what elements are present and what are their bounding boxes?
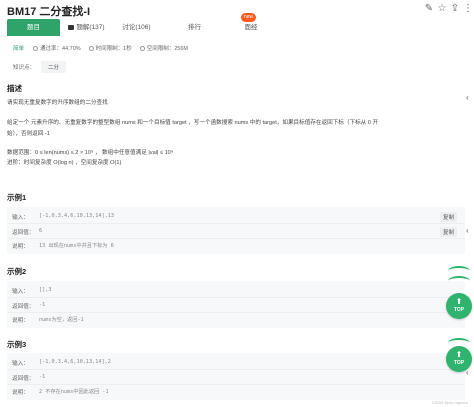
input-label: 输入： xyxy=(12,215,29,221)
video-icon xyxy=(68,24,75,30)
input-value: [],3 xyxy=(39,287,52,293)
note-value: 2 不存在nums中因此返回 -1 xyxy=(39,389,109,395)
edit-icon[interactable]: ✎ xyxy=(423,3,435,15)
problem-header: BM17 二分查找-I ✎ ☆ ⇪ ⋮ xyxy=(0,0,474,20)
example-2-box: 输入： [],3 返回值： -1 说明： nums为空，返回-1 xyxy=(7,281,465,328)
divider xyxy=(7,369,465,370)
knowledge-tag[interactable]: 二分 xyxy=(41,61,67,73)
back-to-top-button[interactable]: ⬆ TOP xyxy=(446,346,472,372)
star-icon[interactable]: ☆ xyxy=(436,3,448,15)
description-line-2: 给定一个 元素升序的、无重复数字的整型数组 nums 和一个目标值 target… xyxy=(7,120,379,126)
chevron-left-icon[interactable]: ‹ xyxy=(466,226,469,235)
clock-icon xyxy=(88,45,94,51)
advanced-requirement: 进阶：时间复杂度 O(log n) ，空间复杂度 O(1) xyxy=(7,160,122,166)
example-2-heading: 示例2 xyxy=(7,267,27,276)
copy-button[interactable]: 复制 xyxy=(439,227,457,237)
input-label: 输入： xyxy=(12,289,29,295)
data-range: 数据范围：0 ≤ len(nums) ≤ 2 × 10⁵ ， 数组中任意值满足 … xyxy=(7,150,174,156)
top-label: TOP xyxy=(453,360,465,366)
space-limit: 空间限制：256M xyxy=(139,44,188,52)
chevron-left-icon[interactable]: ‹ xyxy=(466,93,469,102)
divider xyxy=(7,384,465,385)
share-icon[interactable]: ⇪ xyxy=(449,3,461,15)
example-1-heading: 示例1 xyxy=(7,193,27,202)
loading-arc xyxy=(448,266,470,276)
more-icon[interactable]: ⋮ xyxy=(462,3,474,15)
memory-icon xyxy=(139,45,145,51)
description-heading: 描述 xyxy=(7,84,22,93)
copy-button[interactable]: 复制 xyxy=(439,212,457,222)
description-line-1: 请实现无重复数字的升序数组的二分查找 xyxy=(7,100,108,106)
output-value: -1 xyxy=(39,374,46,380)
example-2-note: 说明： nums为空，返回-1 xyxy=(12,316,84,324)
input-label: 输入： xyxy=(12,361,29,367)
time-limit: 时间限制：1秒 xyxy=(88,44,132,52)
example-3-box: 输入： [-1,0,3,4,6,10,13,14],2 返回值： -1 说明： 2 不… xyxy=(7,353,465,400)
output-value: 6 xyxy=(39,228,43,234)
top-label: TOP xyxy=(453,307,465,313)
pass-rate-text: 通过率：44.70% xyxy=(40,46,81,52)
example-3-output: 返回值： -1 xyxy=(12,374,45,382)
example-1-output: 返回值： 6 xyxy=(12,228,42,236)
problem-title: BM17 二分查找-I xyxy=(7,6,91,18)
pass-rate: 通过率：44.70% xyxy=(33,44,81,52)
note-label: 说明： xyxy=(12,318,29,324)
example-1-input: 输入： [-1,0,3,4,6,10,13,14],13 xyxy=(12,213,114,221)
time-limit-text: 时间限制：1秒 xyxy=(95,46,132,52)
arrow-up-icon: ⬆ xyxy=(455,297,463,306)
new-badge: new xyxy=(241,13,257,22)
description-line-3: 始），否则返回 -1 xyxy=(7,131,50,137)
example-3-note: 说明： 2 不存在nums中因此返回 -1 xyxy=(12,388,109,396)
difficulty-badge: 简单 xyxy=(13,46,25,52)
problem-meta: 简单 通过率：44.70% 时间限制：1秒 空间限制：256M xyxy=(13,44,196,52)
output-value: -1 xyxy=(39,302,46,308)
tab-solutions-label: 题解(137) xyxy=(76,24,105,31)
example-3-heading: 示例3 xyxy=(7,340,27,349)
space-limit-text: 空间限制：256M xyxy=(146,46,188,52)
output-label: 返回值： xyxy=(12,230,35,236)
arrow-up-icon: ⬆ xyxy=(455,350,463,359)
check-icon xyxy=(33,45,39,51)
loading-arc xyxy=(448,276,470,286)
knowledge-points: 知识点： 二分 xyxy=(13,61,67,73)
back-to-top-button[interactable]: ⬆ TOP xyxy=(446,293,472,319)
divider xyxy=(7,223,465,224)
note-value: nums为空，返回-1 xyxy=(39,317,84,323)
divider xyxy=(7,312,465,313)
note-label: 说明： xyxy=(12,244,29,250)
tab-ranking[interactable]: 排行 xyxy=(160,19,229,36)
problem-tabs: 题目 题解(137) 讨论(106) 排行 面经 xyxy=(7,19,467,36)
watermark: CSDN @rtu.ragnaru xyxy=(431,400,468,405)
divider xyxy=(7,238,465,239)
divider xyxy=(7,297,465,298)
output-label: 返回值： xyxy=(12,376,35,382)
note-label: 说明： xyxy=(12,390,29,396)
tab-discussion[interactable]: 讨论(106) xyxy=(113,19,160,36)
example-1-box: 输入： [-1,0,3,4,6,10,13,14],13 复制 返回值： 6 复制 … xyxy=(7,207,465,254)
tab-solutions[interactable]: 题解(137) xyxy=(60,19,113,36)
example-3-input: 输入： [-1,0,3,4,6,10,13,14],2 xyxy=(12,359,111,367)
example-1-note: 说明： 13 出现在nums中并且下标为 6 xyxy=(12,242,114,250)
output-label: 返回值： xyxy=(12,304,35,310)
input-value: [-1,0,3,4,6,10,13,14],2 xyxy=(39,359,111,365)
tab-problem[interactable]: 题目 xyxy=(7,19,60,36)
knowledge-label: 知识点： xyxy=(13,65,36,71)
example-2-output: 返回值： -1 xyxy=(12,302,45,310)
note-value: 13 出现在nums中并且下标为 6 xyxy=(39,243,114,249)
input-value: [-1,0,3,4,6,10,13,14],13 xyxy=(39,213,114,219)
example-2-input: 输入： [],3 xyxy=(12,287,52,295)
